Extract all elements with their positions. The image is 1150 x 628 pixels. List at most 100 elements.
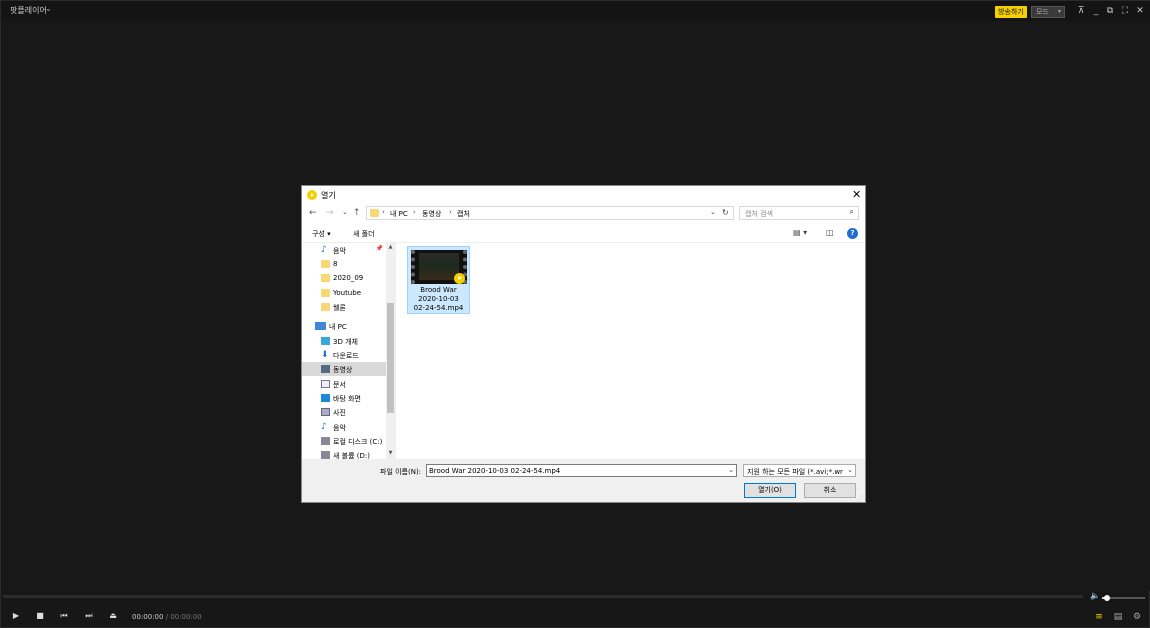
title-chevron-icon[interactable]: ⌄: [45, 4, 52, 13]
filetype-select[interactable]: 지원 하는 모든 파일 (*.avi;*.wr ⌄: [743, 464, 856, 477]
download-icon: ⬇: [321, 350, 329, 360]
nav-item-documents[interactable]: 문서: [302, 377, 386, 391]
3d-objects-icon: [321, 337, 330, 345]
open-button[interactable]: 열기(O): [744, 483, 796, 498]
nav-item-music-pinned[interactable]: ♪ 음악 📌: [302, 243, 386, 257]
settings-icon[interactable]: ⚙: [1131, 611, 1143, 623]
close-button[interactable]: ✕: [1134, 5, 1146, 17]
nav-item-wellon[interactable]: 웰론: [302, 300, 386, 314]
previous-button[interactable]: ⏮: [58, 610, 70, 622]
seek-bar[interactable]: [3, 595, 1083, 598]
potplayer-logo-icon: [307, 190, 317, 200]
recent-locations-button[interactable]: ⌄: [342, 208, 348, 216]
nav-item-downloads[interactable]: ⬇ 다운로드: [302, 348, 386, 362]
play-button[interactable]: ▶: [10, 610, 22, 622]
breadcrumb-my-pc[interactable]: 내 PC: [390, 209, 408, 219]
nav-item-label: 문서: [333, 381, 346, 389]
breadcrumb-separator: ›: [449, 208, 452, 216]
nav-item-videos[interactable]: 동영상: [302, 362, 386, 376]
file-name-line: 2020-10-03: [418, 295, 459, 303]
forward-button[interactable]: →: [326, 208, 334, 218]
filename-value: Brood War 2020-10-03 02-24-54.mp4: [429, 467, 561, 475]
volume-icon[interactable]: 🔈: [1090, 591, 1100, 600]
time-separator: /: [165, 613, 169, 621]
nav-item-desktop[interactable]: 바탕 화면: [302, 391, 386, 405]
nav-item-music[interactable]: ♪ 음악: [302, 420, 386, 434]
nav-item-youtube[interactable]: Youtube: [302, 286, 386, 300]
restore-button[interactable]: ⧉: [1104, 5, 1116, 17]
nav-item-label: 새 볼륨 (D:): [333, 452, 370, 459]
stop-button[interactable]: ■: [34, 610, 46, 622]
nav-item-my-pc[interactable]: 내 PC: [302, 319, 386, 333]
nav-item-new-volume-d[interactable]: 새 볼륨 (D:): [302, 448, 386, 459]
music-icon: ♪: [321, 245, 327, 255]
minimize-button[interactable]: _: [1090, 5, 1102, 17]
pin-icon[interactable]: 📌: [376, 245, 383, 252]
help-icon[interactable]: ?: [847, 228, 858, 239]
broadcast-button[interactable]: 방송하기: [995, 6, 1027, 18]
nav-item-local-disk-c[interactable]: 로컬 디스크 (C:): [302, 434, 386, 448]
nav-item-pictures[interactable]: 사진: [302, 405, 386, 419]
file-item[interactable]: Brood War 2020-10-03 02-24-54.mp4: [407, 246, 470, 314]
scrollbar-thumb[interactable]: [387, 303, 394, 413]
preview-pane-icon[interactable]: ◫: [826, 228, 834, 237]
nav-item-label: Youtube: [333, 289, 361, 297]
file-name: Brood War 2020-10-03 02-24-54.mp4: [408, 286, 469, 313]
breadcrumb-separator: ›: [413, 208, 416, 216]
menu-icon[interactable]: ▤: [1112, 611, 1124, 623]
breadcrumb-videos[interactable]: 동영상: [422, 209, 441, 219]
nav-item-label: 사진: [333, 409, 346, 417]
address-dropdown-icon[interactable]: ⌄: [710, 208, 716, 216]
filetype-value: 지원 하는 모든 파일 (*.avi;*.wr: [747, 468, 843, 476]
fullscreen-button[interactable]: ⛶: [1119, 5, 1131, 17]
nav-item-2020-09[interactable]: 2020_09: [302, 271, 386, 285]
search-icon[interactable]: ⌕: [850, 207, 854, 217]
music-icon: ♪: [321, 422, 327, 432]
pictures-icon: [321, 408, 330, 416]
up-button[interactable]: ↑: [353, 208, 361, 218]
refresh-icon[interactable]: ↻: [722, 208, 729, 217]
time-display: 00:00:00 / 00:00:00: [132, 613, 202, 621]
dialog-toolbar: 구성 ▾ 새 폴더 ▤ ▾ ◫ ?: [302, 223, 865, 243]
breadcrumb-separator: ›: [382, 208, 385, 216]
resize-grip-icon[interactable]: ⋰: [857, 495, 863, 502]
eject-button[interactable]: ⏏: [107, 610, 119, 622]
app-title[interactable]: 팟플레이어: [10, 5, 47, 16]
nav-item-label: 동영상: [333, 366, 353, 374]
scroll-down-arrow-icon[interactable]: ▼: [386, 450, 395, 456]
mode-button[interactable]: 모드 ▾: [1031, 6, 1065, 18]
navigation-pane: ♪ 음악 📌 8 2020_09 Youtube 웰론 내 PC 3D 개체 ⬇…: [302, 243, 395, 459]
nav-item-label: 다운로드: [333, 352, 359, 360]
nav-item-8[interactable]: 8: [302, 257, 386, 271]
chevron-down-icon[interactable]: ⌄: [847, 466, 853, 474]
chevron-down-icon[interactable]: ⌄: [728, 466, 734, 474]
nav-item-3d-objects[interactable]: 3D 개체: [302, 334, 386, 348]
organize-menu[interactable]: 구성 ▾: [312, 229, 331, 239]
playlist-icon[interactable]: ≡: [1093, 611, 1105, 623]
pin-icon[interactable]: ⊼: [1075, 5, 1087, 17]
nav-item-label: 음악: [333, 424, 346, 432]
mode-label: 모드: [1036, 8, 1049, 16]
video-icon: [321, 365, 330, 373]
next-button[interactable]: ⏭: [83, 610, 95, 622]
nav-pane-scrollbar[interactable]: ▲ ▼: [386, 243, 395, 459]
search-input[interactable]: 캡처 검색 ⌕: [739, 206, 859, 220]
dialog-close-button[interactable]: ✕: [852, 188, 861, 201]
back-button[interactable]: ←: [309, 208, 317, 218]
folder-icon: [370, 209, 379, 217]
title-bar: 팟플레이어 ⌄ 방송하기 모드 ▾ ⊼ _ ⧉ ⛶ ✕: [1, 1, 1150, 21]
filename-input[interactable]: Brood War 2020-10-03 02-24-54.mp4 ⌄: [426, 464, 737, 477]
file-list-pane[interactable]: Brood War 2020-10-03 02-24-54.mp4: [395, 243, 865, 459]
volume-knob[interactable]: [1104, 595, 1111, 601]
cancel-button[interactable]: 취소: [804, 483, 856, 498]
play-badge-icon: [454, 273, 465, 284]
nav-item-label: 로컬 디스크 (C:): [333, 438, 383, 446]
scroll-up-arrow-icon[interactable]: ▲: [386, 244, 395, 250]
address-bar[interactable]: › 내 PC › 동영상 › 캡처 ⌄ ↻: [366, 206, 734, 220]
view-options-icon[interactable]: ▤ ▾: [793, 228, 807, 237]
new-folder-button[interactable]: 새 폴더: [353, 229, 375, 239]
breadcrumb-captures[interactable]: 캡처: [457, 209, 470, 219]
volume-slider[interactable]: [1102, 595, 1145, 601]
time-total: 00:00:00: [170, 613, 202, 621]
document-icon: [321, 380, 330, 388]
